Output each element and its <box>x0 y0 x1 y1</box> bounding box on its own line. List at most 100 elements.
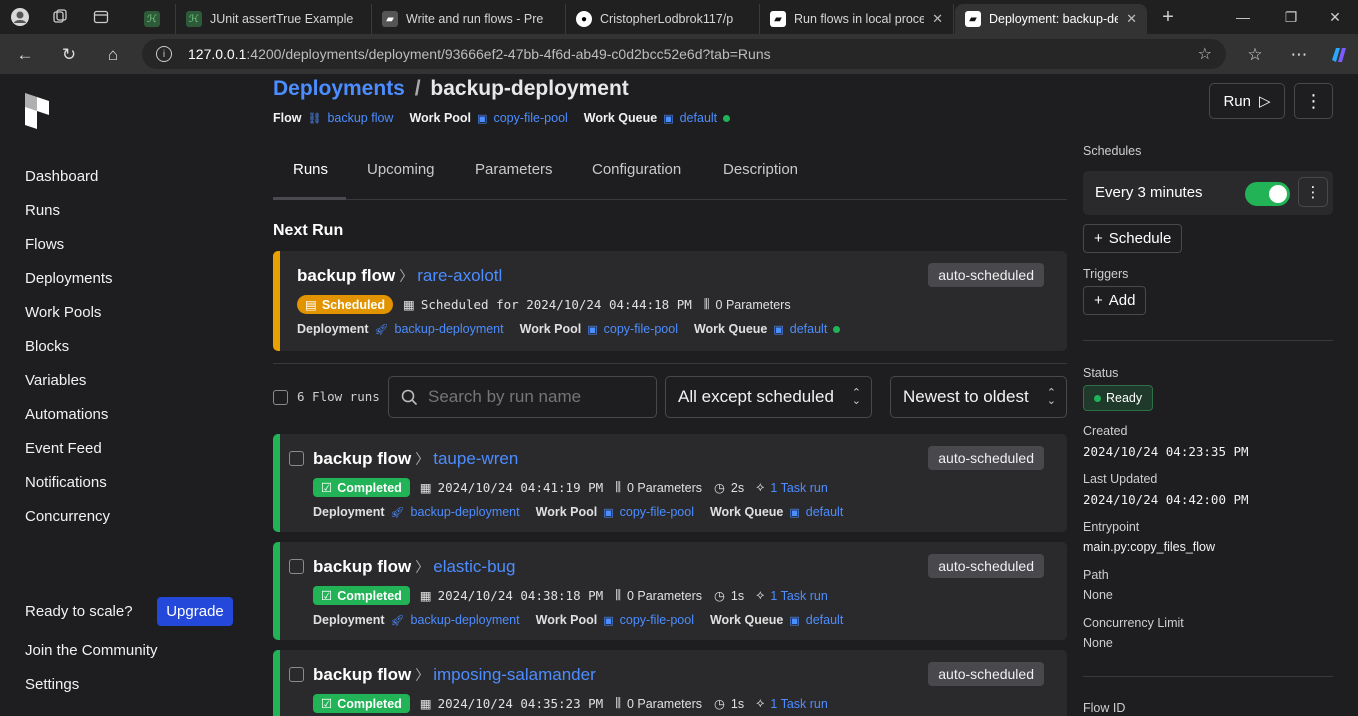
flow-run-card[interactable]: backup flow 〉 elastic-bug auto-scheduled… <box>273 542 1067 640</box>
state-filter-select[interactable]: All except scheduled ⌃ ⌄ <box>665 376 872 418</box>
sidebar-item-notifications[interactable]: Notifications <box>25 474 107 491</box>
more-menu-icon[interactable]: ⋯ <box>1286 42 1312 68</box>
deployment-link[interactable]: backup-deployment <box>411 613 520 627</box>
browser-tab[interactable]: ▰ Run flows in local proces ✕ <box>760 4 954 34</box>
work-queue-link[interactable]: default <box>790 322 828 336</box>
work-queue-link[interactable]: default <box>806 505 844 519</box>
sidebar-item-deployments[interactable]: Deployments <box>25 270 113 287</box>
run-flow-name[interactable]: backup flow <box>313 557 411 577</box>
task-runs-link[interactable]: 1 Task run <box>770 697 827 711</box>
breadcrumb-deployments-link[interactable]: Deployments <box>273 77 405 100</box>
run-duration: 2s <box>730 480 745 495</box>
deployment-link[interactable]: backup-deployment <box>411 505 520 519</box>
url-field[interactable]: i 127.0.0.1:4200/deployments/deployment/… <box>142 39 1226 69</box>
browser-tab[interactable]: ● CristopherLodbrok117/p <box>566 4 760 34</box>
copilot-icon[interactable] <box>1326 42 1352 68</box>
sidebar-item-event-feed[interactable]: Event Feed <box>25 440 102 457</box>
browser-tab-active[interactable]: ▰ Deployment: backup-dep ✕ <box>955 4 1147 34</box>
tab-actions-icon[interactable] <box>89 5 113 29</box>
tab-description[interactable]: Description <box>723 161 798 178</box>
run-name-link[interactable]: elastic-bug <box>433 557 515 577</box>
work-pool-link[interactable]: copy-file-pool <box>604 322 678 336</box>
run-checkbox[interactable] <box>289 667 304 682</box>
prefect-logo-icon[interactable] <box>24 92 52 130</box>
favorites-icon[interactable]: ☆ <box>1242 42 1268 68</box>
run-flow-name[interactable]: backup flow <box>313 665 411 685</box>
tab-runs[interactable]: Runs <box>293 161 328 178</box>
sidebar-item-automations[interactable]: Automations <box>25 406 108 423</box>
sidebar-item-flows[interactable]: Flows <box>25 236 64 253</box>
run-button[interactable]: Run ▷ <box>1209 83 1285 119</box>
parameters-count[interactable]: 0 Parameters <box>627 481 702 495</box>
sidebar-item-blocks[interactable]: Blocks <box>25 338 69 355</box>
sort-select[interactable]: Newest to oldest ⌃ ⌄ <box>890 376 1067 418</box>
add-schedule-button[interactable]: + Schedule <box>1083 224 1183 253</box>
restore-icon[interactable]: ❐ <box>1268 0 1314 34</box>
breadcrumb-separator: / <box>414 77 421 100</box>
close-tab-icon[interactable]: ✕ <box>1126 11 1137 27</box>
sidebar-item-runs[interactable]: Runs <box>25 202 60 219</box>
runs-filter-bar: 6 Flow runs All except scheduled ⌃⌄ Newe… <box>273 376 1067 418</box>
refresh-icon[interactable]: ↻ <box>56 42 82 68</box>
sidebar-item-concurrency[interactable]: Concurrency <box>25 508 110 525</box>
sidebar-item-settings[interactable]: Settings <box>25 676 79 693</box>
work-pool-link[interactable]: copy-file-pool <box>493 111 567 125</box>
more-options-icon[interactable]: ⋮ <box>1294 83 1333 119</box>
deployment-link[interactable]: backup-deployment <box>395 322 504 336</box>
run-name-link[interactable]: imposing-salamander <box>433 665 596 685</box>
task-runs-link[interactable]: 1 Task run <box>770 481 827 495</box>
parameters-count[interactable]: 0 Parameters <box>716 298 791 312</box>
parameters-count[interactable]: 0 Parameters <box>627 589 702 603</box>
work-queue-link[interactable]: default <box>680 111 718 125</box>
browser-tab-bar: ℋ ℋ JUnit assertTrue Example ▰ Write and… <box>0 0 1358 34</box>
chevron-right-icon: 〉 <box>415 667 430 683</box>
tab-parameters[interactable]: Parameters <box>475 161 553 178</box>
work-pool-link[interactable]: copy-file-pool <box>620 613 694 627</box>
sidebar-item-dashboard[interactable]: Dashboard <box>25 168 98 185</box>
task-runs-link[interactable]: 1 Task run <box>770 589 827 603</box>
prefect-logo-icon: ▰ <box>770 11 786 27</box>
run-name-link[interactable]: rare-axolotl <box>417 266 502 286</box>
search-input[interactable] <box>428 387 628 407</box>
run-checkbox[interactable] <box>289 559 304 574</box>
work-pool-link[interactable]: copy-file-pool <box>620 505 694 519</box>
run-name-link[interactable]: taupe-wren <box>433 449 518 469</box>
tab-upcoming[interactable]: Upcoming <box>367 161 435 178</box>
upgrade-button[interactable]: Upgrade <box>157 597 233 626</box>
tab-configuration[interactable]: Configuration <box>592 161 681 178</box>
search-box[interactable] <box>388 376 657 418</box>
flow-run-card[interactable]: backup flow 〉 taupe-wren auto-scheduled … <box>273 434 1067 532</box>
select-all-checkbox[interactable] <box>273 390 288 405</box>
run-flow-name[interactable]: backup flow <box>297 266 395 286</box>
home-icon[interactable]: ⌂ <box>100 42 126 68</box>
schedule-more-icon[interactable]: ⋮ <box>1298 177 1328 207</box>
run-flow-name[interactable]: backup flow <box>313 449 411 469</box>
close-tab-icon[interactable]: ✕ <box>932 11 943 27</box>
path-label: Path <box>1083 568 1109 582</box>
workspaces-icon[interactable] <box>48 5 72 29</box>
parameters-count[interactable]: 0 Parameters <box>627 697 702 711</box>
back-icon[interactable]: ← <box>12 42 38 68</box>
new-tab-icon[interactable]: + <box>1156 5 1180 29</box>
schedule-toggle[interactable] <box>1245 182 1290 206</box>
join-community-link[interactable]: Join the Community <box>25 642 158 659</box>
check-square-icon: ☑ <box>321 697 333 711</box>
browser-tab[interactable]: ▰ Write and run flows - Pre <box>372 4 566 34</box>
favorite-star-icon[interactable]: ☆ <box>1198 44 1212 64</box>
browser-tab[interactable]: ℋ <box>134 4 176 34</box>
close-window-icon[interactable]: ✕ <box>1312 0 1358 34</box>
calendar-icon: ▤ <box>305 298 317 312</box>
run-checkbox[interactable] <box>289 451 304 466</box>
flow-run-card[interactable]: backup flow 〉 imposing-salamander auto-s… <box>273 650 1067 716</box>
flow-link[interactable]: backup flow <box>327 111 393 125</box>
sidebar-item-variables[interactable]: Variables <box>25 372 86 389</box>
profile-icon[interactable] <box>8 5 32 29</box>
sidebar-item-work-pools[interactable]: Work Pools <box>25 304 101 321</box>
browser-tab[interactable]: ℋ JUnit assertTrue Example <box>176 4 372 34</box>
minimize-icon[interactable]: — <box>1220 0 1266 34</box>
next-run-card[interactable]: backup flow 〉 rare-axolotl auto-schedule… <box>273 251 1067 351</box>
add-trigger-button[interactable]: + Add <box>1083 286 1147 315</box>
work-queue-link[interactable]: default <box>806 613 844 627</box>
created-label: Created <box>1083 424 1128 438</box>
site-info-icon[interactable]: i <box>156 46 172 62</box>
